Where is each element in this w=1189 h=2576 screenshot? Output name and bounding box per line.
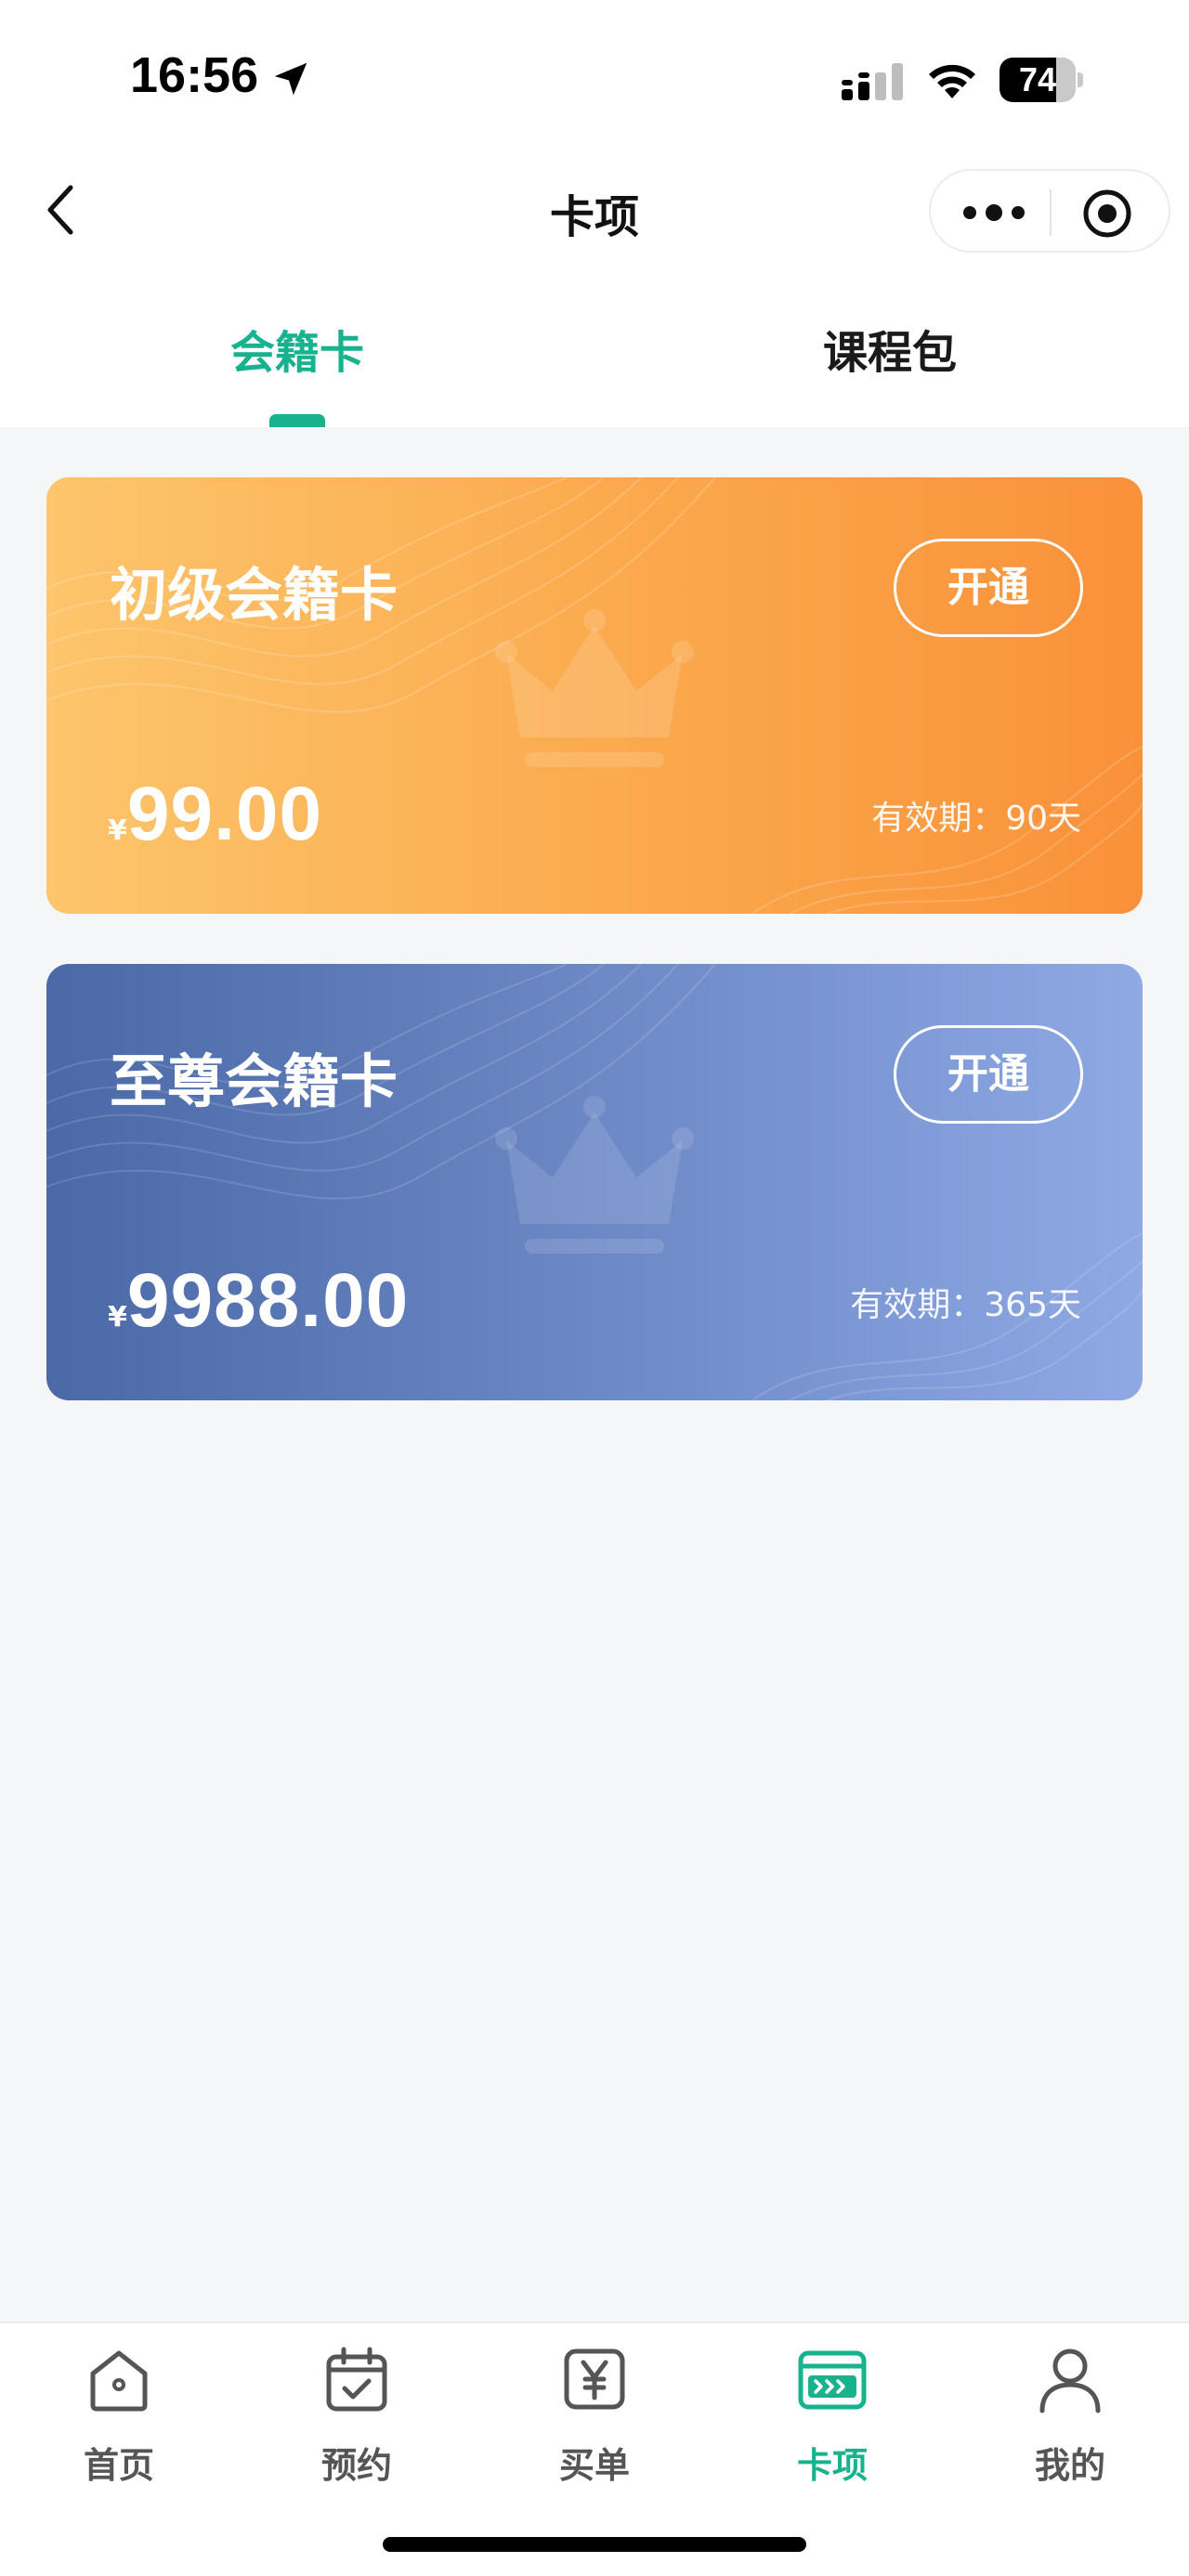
tabbar-label: 买单 <box>558 2445 630 2486</box>
calendar-check-icon <box>326 2347 387 2412</box>
status-bar: 16:56 74 <box>0 0 1189 149</box>
location-arrow-icon <box>274 62 307 96</box>
more-icon[interactable] <box>959 191 1029 234</box>
page-title: 卡项 <box>549 191 639 243</box>
home-icon <box>90 2350 148 2412</box>
membership-card-basic[interactable]: 初级会籍卡 开通 ¥99.00 有效期：90天 <box>46 477 1143 914</box>
tabbar-item-home[interactable]: 首页 <box>26 2338 212 2487</box>
close-target-icon[interactable] <box>1081 188 1133 240</box>
card-title: 初级会籍卡 <box>110 561 399 629</box>
price-value: 9988.00 <box>126 1258 410 1343</box>
tab-membership-card[interactable]: 会籍卡 <box>158 316 437 381</box>
tabbar-label: 卡项 <box>796 2445 868 2486</box>
card-icon <box>798 2350 867 2410</box>
tabbar-item-pay[interactable]: 买单 <box>502 2338 687 2487</box>
activate-button[interactable]: 开通 <box>894 539 1083 637</box>
tabbar-item-cards[interactable]: 卡项 <box>739 2338 925 2487</box>
battery-level: 74 <box>1018 60 1057 98</box>
validity-text: 有效期：365天 <box>850 1286 1081 1324</box>
battery-indicator: 74 <box>1000 58 1083 102</box>
crown-watermark-icon <box>495 609 694 767</box>
tab-course-package[interactable]: 课程包 <box>751 316 1029 381</box>
card-price: ¥9988.00 <box>108 1257 409 1345</box>
activate-button[interactable]: 开通 <box>894 1025 1083 1124</box>
membership-card-premium[interactable]: 至尊会籍卡 开通 ¥9988.00 有效期：365天 <box>46 964 1143 1400</box>
card-title: 至尊会籍卡 <box>110 1047 399 1115</box>
tabbar-item-booking[interactable]: 预约 <box>264 2338 450 2487</box>
user-icon <box>1039 2348 1101 2413</box>
validity-text: 有效期：90天 <box>871 800 1081 838</box>
back-chevron-icon[interactable] <box>37 182 85 238</box>
price-value: 99.00 <box>126 772 323 856</box>
tabbar-label: 我的 <box>1034 2445 1105 2486</box>
currency-symbol: ¥ <box>108 814 127 847</box>
tabbar-item-profile[interactable]: 我的 <box>977 2338 1163 2487</box>
capsule-divider <box>1050 189 1052 236</box>
wifi-icon <box>929 64 975 98</box>
tabbar-label: 预约 <box>320 2445 392 2486</box>
yuan-icon <box>564 2348 625 2410</box>
status-time: 16:56 <box>130 47 259 103</box>
tabbar-label: 首页 <box>83 2445 154 2486</box>
home-indicator <box>383 2537 806 2552</box>
crown-watermark-icon <box>495 1096 694 1254</box>
cellular-signal-icon <box>842 63 903 100</box>
active-tab-indicator <box>269 414 325 427</box>
currency-symbol: ¥ <box>108 1301 127 1334</box>
header-area: 16:56 74 卡项 会籍卡 课程包 <box>0 0 1189 427</box>
card-price: ¥99.00 <box>108 771 322 858</box>
mini-program-capsule <box>929 169 1170 253</box>
